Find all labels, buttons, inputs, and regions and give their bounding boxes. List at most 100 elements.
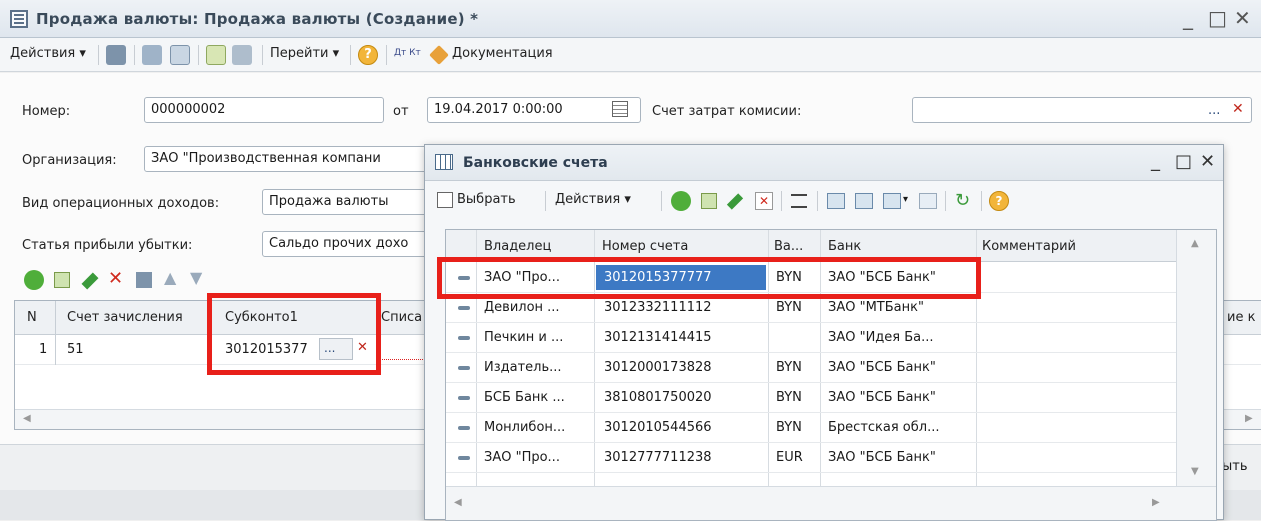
toolbar-separator bbox=[945, 191, 946, 211]
dialog-actions-menu[interactable]: Действия ▾ bbox=[555, 192, 631, 207]
dialog-minimize-button[interactable]: _ bbox=[1151, 151, 1160, 172]
filter-icon[interactable] bbox=[827, 193, 845, 209]
print-icon[interactable] bbox=[232, 45, 252, 65]
account-cell[interactable]: 51 bbox=[67, 342, 84, 357]
account-icon bbox=[458, 396, 470, 400]
dialog-titlebar: Банковские счета _ □ ✕ bbox=[425, 145, 1223, 181]
document-icon bbox=[10, 10, 28, 28]
copy-row-icon[interactable] bbox=[54, 272, 70, 288]
calendar-icon[interactable] bbox=[612, 101, 628, 117]
currency-cell: BYN bbox=[776, 420, 802, 435]
refresh-icon[interactable]: ↻ bbox=[955, 190, 970, 211]
number-field[interactable]: 000000002 bbox=[144, 97, 384, 123]
scroll-left-icon[interactable]: ◀ bbox=[23, 413, 31, 424]
from-label: от bbox=[393, 104, 409, 119]
table-row[interactable]: Печкин и ... 3012131414415 ЗАО "Идея Ба.… bbox=[446, 323, 1176, 353]
column-header-account-number[interactable]: Номер счета bbox=[602, 239, 688, 254]
scroll-left-icon[interactable]: ◀ bbox=[454, 497, 462, 508]
number-label: Номер: bbox=[22, 104, 71, 119]
dt-kt-icon[interactable]: Дт Кт bbox=[394, 48, 421, 58]
documentation-link[interactable]: Документация bbox=[452, 46, 553, 61]
column-header-account[interactable]: Счет зачисления bbox=[67, 310, 183, 325]
scroll-up-icon[interactable]: ▲ bbox=[1191, 238, 1199, 249]
select-icon bbox=[437, 192, 453, 208]
table-row[interactable]: БСБ Банк ... 3810801750020 BYN ЗАО "БСБ … bbox=[446, 383, 1176, 413]
column-header-n[interactable]: N bbox=[27, 310, 37, 325]
filter-by-value-icon[interactable] bbox=[855, 193, 873, 209]
goto-menu[interactable]: Перейти ▾ bbox=[270, 46, 339, 61]
owner-cell: БСБ Банк ... bbox=[484, 390, 565, 405]
add-icon[interactable] bbox=[671, 191, 691, 211]
currency-cell: EUR bbox=[776, 450, 803, 465]
filter-history-icon[interactable] bbox=[883, 193, 901, 209]
scroll-right-icon[interactable]: ▶ bbox=[1152, 497, 1160, 508]
vertical-scrollbar[interactable]: ▲ ▼ bbox=[1176, 230, 1216, 486]
select-ellipsis-button[interactable]: ... bbox=[1208, 103, 1220, 118]
copy-document-icon[interactable] bbox=[170, 45, 190, 65]
column-header-owner[interactable]: Владелец bbox=[484, 239, 551, 254]
profit-item-field[interactable]: Сальдо прочих дохо bbox=[262, 231, 434, 257]
close-button[interactable]: ✕ bbox=[1234, 6, 1251, 30]
main-toolbar: Действия ▾ Перейти ▾ ? Дт Кт Документаци… bbox=[0, 38, 1261, 72]
scroll-right-icon[interactable]: ▶ bbox=[1245, 413, 1253, 424]
currency-cell: BYN bbox=[776, 390, 802, 405]
select-button[interactable]: Выбрать bbox=[457, 192, 516, 207]
documentation-icon bbox=[429, 45, 449, 65]
delete-row-icon[interactable]: ✕ bbox=[108, 268, 123, 289]
owner-cell: Девилон ... bbox=[484, 300, 560, 315]
account-icon bbox=[458, 336, 470, 340]
structure-icon[interactable] bbox=[206, 45, 226, 65]
toolbar-separator bbox=[661, 191, 662, 211]
toolbar-separator bbox=[350, 45, 351, 65]
add-row-icon[interactable] bbox=[24, 270, 44, 290]
minimize-button[interactable]: _ bbox=[1183, 6, 1193, 30]
copy-icon[interactable] bbox=[701, 193, 717, 209]
bank-cell: ЗАО "МТБанк" bbox=[828, 300, 924, 315]
edit-icon[interactable] bbox=[726, 193, 744, 210]
clear-filter-icon[interactable] bbox=[919, 193, 937, 209]
account-number-cell: 3810801750020 bbox=[604, 390, 712, 405]
bank-accounts-dialog: Банковские счета _ □ ✕ Выбрать Действия … bbox=[424, 144, 1224, 521]
column-header-currency[interactable]: Ва... bbox=[774, 239, 803, 254]
actions-menu[interactable]: Действия ▾ bbox=[10, 46, 86, 61]
column-header-partial[interactable]: ие к bbox=[1227, 310, 1255, 325]
dialog-horizontal-scrollbar[interactable]: ◀ ▶ bbox=[446, 486, 1216, 520]
maximize-button[interactable]: □ bbox=[1208, 6, 1227, 30]
clear-icon[interactable]: ✕ bbox=[1232, 101, 1244, 117]
table-row[interactable]: Монлибон... 3012010544566 BYN Брестская … bbox=[446, 413, 1176, 443]
income-type-field[interactable]: Продажа валюты bbox=[262, 189, 434, 215]
filter-dropdown-icon[interactable]: ▾ bbox=[903, 194, 908, 205]
post-document-icon[interactable] bbox=[106, 45, 126, 65]
account-number-cell: 3012777711238 bbox=[604, 450, 712, 465]
commission-field[interactable] bbox=[912, 97, 1252, 123]
account-icon bbox=[458, 426, 470, 430]
help-icon[interactable]: ? bbox=[358, 45, 378, 65]
close-button-partial[interactable]: ыть bbox=[1222, 459, 1248, 474]
dialog-toolbar: Выбрать Действия ▾ ✕ ▾ ↻ ? bbox=[425, 182, 1223, 222]
write-icon[interactable] bbox=[142, 45, 162, 65]
row-number: 1 bbox=[39, 342, 48, 357]
income-type-label: Вид операционных доходов: bbox=[22, 196, 220, 211]
column-header-bank[interactable]: Банк bbox=[828, 239, 861, 254]
toolbar-separator bbox=[134, 45, 135, 65]
column-header-writeoff[interactable]: Списа bbox=[381, 310, 422, 325]
table-row[interactable]: ЗАО "Про... 3012777711238 EUR ЗАО "БСБ Б… bbox=[446, 443, 1176, 473]
move-down-icon[interactable]: ▼ bbox=[190, 268, 202, 287]
scroll-down-icon[interactable]: ▼ bbox=[1191, 466, 1199, 477]
toolbar-separator bbox=[981, 191, 982, 211]
dialog-close-button[interactable]: ✕ bbox=[1200, 151, 1215, 172]
list-icon bbox=[435, 154, 453, 170]
organization-field[interactable]: ЗАО "Производственная компани bbox=[144, 146, 434, 172]
dialog-help-icon[interactable]: ? bbox=[989, 191, 1009, 211]
mark-delete-icon[interactable]: ✕ bbox=[755, 192, 773, 210]
move-up-icon[interactable]: ▲ bbox=[164, 268, 176, 287]
hierarchy-icon[interactable] bbox=[791, 194, 807, 208]
table-row[interactable]: Издатель... 3012000173828 BYN ЗАО "БСБ Б… bbox=[446, 353, 1176, 383]
column-header-comment[interactable]: Комментарий bbox=[982, 239, 1076, 254]
toolbar-separator bbox=[817, 191, 818, 211]
bank-cell: ЗАО "Идея Ба... bbox=[828, 330, 934, 345]
currency-cell: BYN bbox=[776, 360, 802, 375]
end-edit-icon[interactable] bbox=[136, 272, 152, 288]
date-field[interactable]: 19.04.2017 0:00:00 bbox=[427, 97, 641, 123]
dialog-maximize-button[interactable]: □ bbox=[1175, 151, 1192, 172]
